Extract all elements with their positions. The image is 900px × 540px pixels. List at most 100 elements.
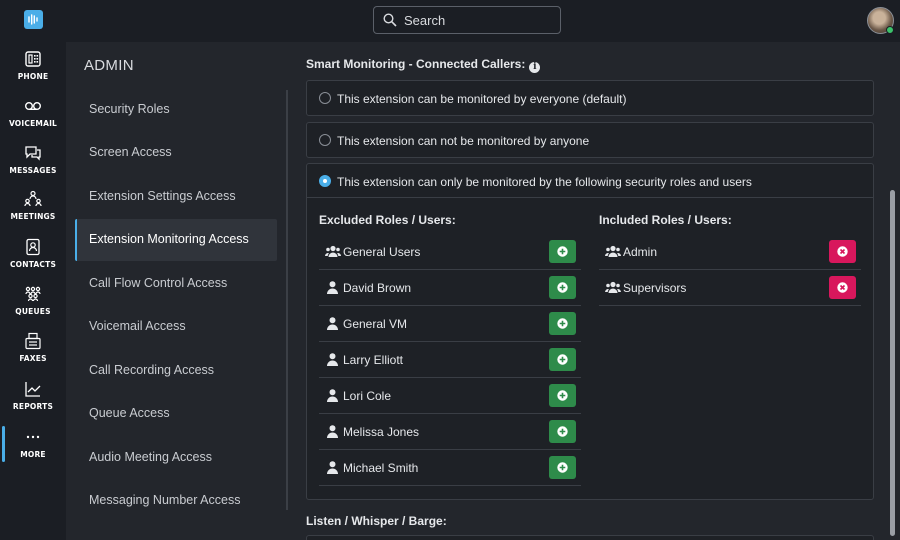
rail-contacts[interactable]: CONTACTS bbox=[0, 238, 66, 282]
rail-phone[interactable]: PHONE bbox=[0, 50, 66, 94]
included-title: Included Roles / Users: bbox=[599, 213, 732, 227]
rail-label: CONTACTS bbox=[9, 260, 57, 269]
add-icon bbox=[557, 318, 568, 329]
search-icon bbox=[383, 13, 397, 27]
row-name: Supervisors bbox=[623, 281, 687, 295]
remove-button[interactable] bbox=[829, 240, 856, 263]
info-icon[interactable]: i bbox=[529, 62, 541, 73]
add-icon bbox=[557, 426, 568, 437]
rail-label: MORE bbox=[20, 450, 46, 459]
add-icon bbox=[557, 462, 568, 473]
section-title-smart-monitoring: Smart Monitoring - Connected Callers: i bbox=[306, 57, 541, 73]
remove-icon bbox=[837, 246, 848, 257]
admin-title: ADMIN bbox=[84, 57, 134, 74]
admin-item-call-flow-control-access[interactable]: Call Flow Control Access bbox=[75, 263, 277, 305]
add-icon bbox=[557, 354, 568, 365]
option-monitor-nobody[interactable]: This extension can not be monitored by a… bbox=[306, 122, 874, 158]
user-icon bbox=[327, 281, 338, 294]
admin-item-voicemail-access[interactable]: Voicemail Access bbox=[75, 306, 277, 348]
rail-label: VOICEMAIL bbox=[8, 119, 58, 128]
main-scrollbar[interactable] bbox=[890, 190, 895, 536]
excluded-row: Michael Smith bbox=[319, 450, 581, 486]
row-name: Melissa Jones bbox=[343, 425, 420, 439]
option-label: This extension can be monitored by every… bbox=[337, 92, 627, 106]
app-logo-icon[interactable] bbox=[24, 10, 43, 29]
excluded-row: General VM bbox=[319, 306, 581, 342]
contacts-icon bbox=[26, 238, 40, 256]
admin-item-security-roles[interactable]: Security Roles bbox=[75, 89, 277, 131]
group-icon bbox=[605, 281, 621, 293]
option-monitor-selected[interactable]: This extension can only be monitored by … bbox=[306, 163, 874, 500]
main-content: Smart Monitoring - Connected Callers: i T… bbox=[292, 42, 900, 540]
rail-queues[interactable]: QUEUES bbox=[0, 285, 66, 329]
user-icon bbox=[327, 353, 338, 366]
phone-icon bbox=[25, 51, 41, 67]
admin-item-screen-access[interactable]: Screen Access bbox=[75, 132, 277, 174]
rail-label: MEETINGS bbox=[10, 212, 56, 221]
voicemail-icon bbox=[25, 101, 41, 111]
excluded-row: Melissa Jones bbox=[319, 414, 581, 450]
add-button[interactable] bbox=[549, 312, 576, 335]
admin-item-messaging-number-access[interactable]: Messaging Number Access bbox=[75, 480, 277, 522]
fax-icon bbox=[25, 332, 41, 350]
row-name: Michael Smith bbox=[343, 461, 419, 475]
user-icon bbox=[327, 317, 338, 330]
search-placeholder: Search bbox=[404, 13, 446, 28]
add-button[interactable] bbox=[549, 384, 576, 407]
option-monitor-everyone[interactable]: This extension can be monitored by every… bbox=[306, 80, 874, 116]
remove-icon bbox=[837, 282, 848, 293]
excluded-row: Lori Cole bbox=[319, 378, 581, 414]
excluded-row: General Users bbox=[319, 234, 581, 270]
search-input[interactable]: Search bbox=[373, 6, 561, 34]
avatar[interactable] bbox=[867, 7, 894, 34]
included-row: Supervisors bbox=[599, 270, 861, 306]
listen-whisper-barge-box[interactable] bbox=[306, 535, 874, 540]
rail-label: QUEUES bbox=[15, 307, 51, 316]
admin-sidebar: ADMIN Security Roles Screen Access Exten… bbox=[66, 42, 292, 540]
add-button[interactable] bbox=[549, 240, 576, 263]
user-icon bbox=[327, 389, 338, 402]
excluded-row: Larry Elliott bbox=[319, 342, 581, 378]
option-header: This extension can only be monitored by … bbox=[307, 164, 873, 198]
rail-label: PHONE bbox=[17, 72, 49, 81]
admin-item-queue-access[interactable]: Queue Access bbox=[75, 393, 277, 435]
remove-button[interactable] bbox=[829, 276, 856, 299]
admin-scrollbar[interactable] bbox=[286, 90, 288, 510]
admin-item-call-recording-access[interactable]: Call Recording Access bbox=[75, 350, 277, 392]
online-status-icon bbox=[886, 26, 894, 34]
row-name: David Brown bbox=[343, 281, 412, 295]
row-name: Lori Cole bbox=[343, 389, 392, 403]
radio-button-selected[interactable] bbox=[319, 175, 331, 187]
app-rail: PHONE VOICEMAIL MESSAGES MEETINGS CONTAC… bbox=[0, 0, 66, 540]
add-button[interactable] bbox=[549, 420, 576, 443]
more-icon bbox=[26, 435, 40, 439]
admin-item-audio-meeting-access[interactable]: Audio Meeting Access bbox=[75, 437, 277, 479]
add-button[interactable] bbox=[549, 456, 576, 479]
row-name: Larry Elliott bbox=[343, 353, 404, 367]
messages-icon bbox=[25, 146, 41, 161]
rail-reports[interactable]: REPORTS bbox=[0, 380, 66, 424]
user-icon bbox=[327, 461, 338, 474]
option-label: This extension can not be monitored by a… bbox=[337, 134, 590, 148]
add-icon bbox=[557, 246, 568, 257]
rail-voicemail[interactable]: VOICEMAIL bbox=[0, 97, 66, 141]
user-icon bbox=[327, 425, 338, 438]
rail-faxes[interactable]: FAXES bbox=[0, 332, 66, 376]
add-icon bbox=[557, 390, 568, 401]
option-label: This extension can only be monitored by … bbox=[337, 175, 752, 189]
radio-button[interactable] bbox=[319, 134, 331, 146]
rail-label: MESSAGES bbox=[9, 166, 57, 175]
reports-icon bbox=[25, 382, 41, 397]
rail-meetings[interactable]: MEETINGS bbox=[0, 190, 66, 234]
admin-item-extension-settings-access[interactable]: Extension Settings Access bbox=[75, 176, 277, 218]
admin-item-extension-monitoring-access[interactable]: Extension Monitoring Access bbox=[75, 219, 277, 261]
queues-icon bbox=[25, 286, 41, 302]
rail-label: FAXES bbox=[19, 354, 47, 363]
rail-more[interactable]: MORE bbox=[0, 426, 66, 472]
rail-messages[interactable]: MESSAGES bbox=[0, 144, 66, 188]
radio-button[interactable] bbox=[319, 92, 331, 104]
add-button[interactable] bbox=[549, 276, 576, 299]
add-button[interactable] bbox=[549, 348, 576, 371]
row-name: Admin bbox=[623, 245, 658, 259]
group-icon bbox=[605, 245, 621, 257]
